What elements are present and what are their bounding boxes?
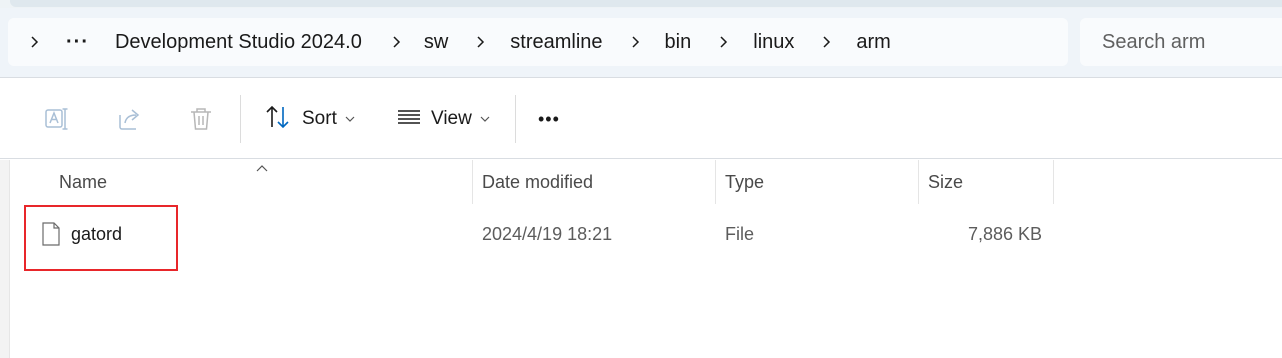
sort-ascending-caret-icon [256,160,268,178]
breadcrumb-item-bin[interactable]: bin [665,31,692,54]
chevron-right-icon[interactable] [390,36,402,48]
column-divider[interactable] [472,160,473,204]
column-header-date-modified[interactable]: Date modified [482,160,593,204]
command-bar: Sort View ••• [0,79,1282,159]
breadcrumb-overflow-button[interactable]: ··· [66,31,89,54]
chevron-down-icon [480,110,490,128]
chevron-right-icon[interactable] [629,36,641,48]
column-header-size[interactable]: Size [928,160,963,204]
view-list-icon [397,107,421,132]
more-options-button[interactable]: ••• [538,101,560,137]
chevron-right-icon[interactable] [820,36,832,48]
chevron-right-icon[interactable] [717,36,729,48]
trash-icon[interactable] [187,105,215,133]
toolbar-divider [240,95,241,143]
breadcrumb-item-sw[interactable]: sw [424,31,448,54]
sort-icon [264,104,292,135]
address-bar-area: ··· Development Studio 2024.0 sw streaml… [0,8,1282,78]
breadcrumb-item-streamline[interactable]: streamline [510,31,602,54]
column-divider[interactable] [1053,160,1054,204]
column-header-type[interactable]: Type [725,160,764,204]
file-row[interactable]: gatord 2024/4/19 18:21 File 7,886 KB [10,212,1282,256]
window-top-strip [0,0,1282,8]
view-button[interactable]: View [397,101,490,137]
navigation-pane-edge[interactable] [0,160,10,358]
file-size: 7,886 KB [967,223,1042,244]
breadcrumb-item-linux[interactable]: linux [753,31,794,54]
chevron-right-icon[interactable] [474,36,486,48]
column-header-name[interactable]: Name [59,160,107,204]
share-icon[interactable] [116,105,144,133]
tab-edge [10,0,1282,7]
search-input[interactable]: Search arm [1080,18,1282,66]
sort-button[interactable]: Sort [264,101,355,137]
rename-icon[interactable] [43,105,71,133]
column-headers: Name Date modified Type Size [10,160,1282,204]
highlight-box [24,205,178,271]
sort-label: Sort [302,108,337,129]
chevron-right-icon[interactable] [28,36,40,48]
file-date-modified: 2024/4/19 18:21 [482,223,613,244]
breadcrumb[interactable]: ··· Development Studio 2024.0 sw streaml… [8,18,1068,66]
search-placeholder: Search arm [1102,30,1206,53]
breadcrumb-item-development-studio[interactable]: Development Studio 2024.0 [115,31,362,54]
column-divider[interactable] [715,160,716,204]
toolbar-divider [515,95,516,143]
chevron-down-icon [345,110,355,128]
more-icon: ••• [538,108,560,129]
file-type: File [725,223,755,244]
view-label: View [431,108,472,129]
breadcrumb-item-arm[interactable]: arm [856,31,890,54]
column-divider[interactable] [918,160,919,204]
